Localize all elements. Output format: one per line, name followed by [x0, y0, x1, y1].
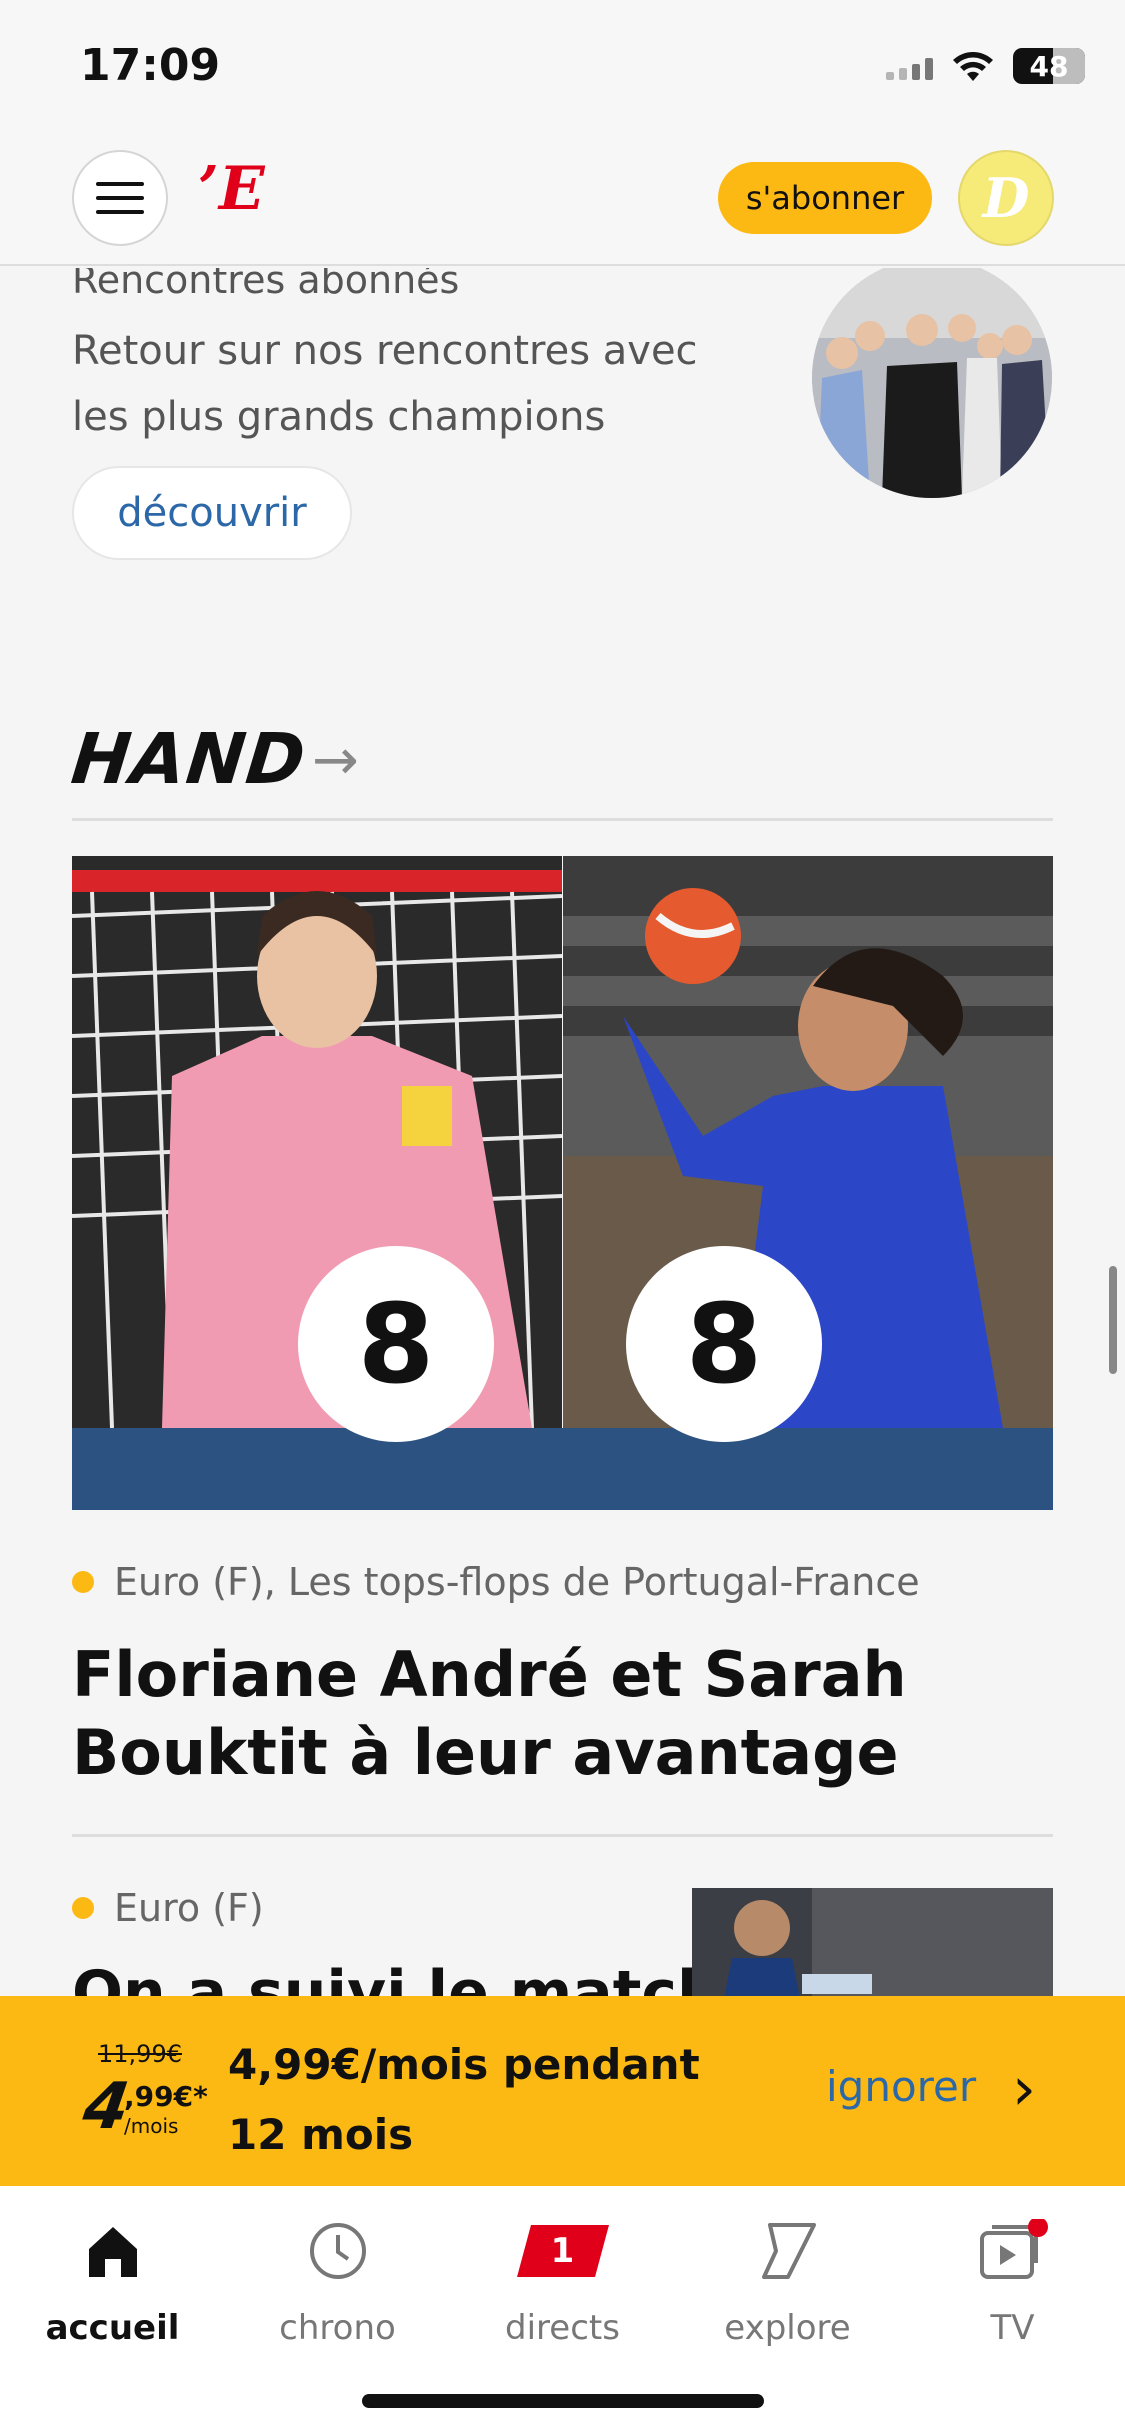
article-divider	[72, 1834, 1053, 1837]
arrow-right-icon[interactable]: →	[312, 728, 359, 793]
offer-banner[interactable]: 11,99€ 4 ,99€* /mois 4,99€/mois pendant …	[0, 1996, 1125, 2186]
tab-explore[interactable]: explore	[675, 2186, 900, 2356]
app-logo[interactable]: ’E	[198, 154, 265, 224]
clock-icon	[303, 2216, 373, 2286]
live-dot-icon	[72, 1897, 94, 1919]
subscribe-button[interactable]: s'abonner	[718, 162, 932, 234]
article-hero-image[interactable]: 8 8	[72, 856, 1053, 1510]
article-kicker-second: Euro (F)	[72, 1886, 264, 1930]
live-badge-icon: 1	[513, 2216, 613, 2286]
tab-label: accueil	[45, 2308, 180, 2348]
discover-button[interactable]: découvrir	[72, 466, 352, 560]
tab-label: TV	[990, 2308, 1035, 2348]
tab-label: directs	[505, 2308, 620, 2348]
feed-content[interactable]: Rencontres abonnés Retour sur nos rencon…	[0, 268, 1125, 1996]
offer-price-period: /mois	[124, 2114, 179, 2138]
home-indicator[interactable]	[362, 2394, 764, 2408]
promo-kicker: Rencontres abonnés	[72, 268, 460, 302]
article-kicker: Euro (F), Les tops-flops de Portugal-Fra…	[72, 1560, 920, 1604]
tab-chrono[interactable]: chrono	[225, 2186, 450, 2356]
scrollbar[interactable]	[1109, 1266, 1117, 1374]
hero-band	[72, 1428, 1053, 1510]
app-header: ’E s'abonner D	[0, 140, 1125, 266]
tab-label: explore	[724, 2308, 851, 2348]
cellular-signal-icon	[886, 52, 933, 80]
ignore-button[interactable]: ignorer	[826, 2062, 976, 2111]
status-bar: 17:09 48	[0, 0, 1125, 140]
home-icon	[78, 2216, 148, 2286]
offer-price-cents: ,99€*	[124, 2080, 208, 2113]
article-headline[interactable]: Floriane André et Sarah Bouktit à leur a…	[72, 1636, 972, 1792]
menu-button[interactable]	[72, 150, 168, 246]
status-icons: 48	[886, 48, 1085, 84]
promo-group-photo[interactable]	[812, 268, 1052, 498]
status-time: 17:09	[80, 40, 221, 91]
avatar[interactable]: D	[958, 150, 1054, 246]
offer-text: 4,99€/mois pendant 12 mois	[228, 2040, 700, 2159]
explore-icon	[753, 2216, 823, 2286]
tab-accueil[interactable]: accueil	[0, 2186, 225, 2356]
wifi-icon	[953, 52, 993, 81]
rating-badge-right: 8	[626, 1246, 822, 1442]
chevron-right-icon[interactable]: ›	[1012, 2054, 1036, 2124]
directs-count: 1	[550, 2231, 575, 2271]
offer-old-price: 11,99€	[98, 2040, 182, 2068]
article-thumbnail-second[interactable]	[692, 1888, 1053, 1996]
tab-directs[interactable]: 1 directs	[450, 2186, 675, 2356]
section-title[interactable]: HAND	[68, 718, 310, 800]
battery-icon: 48	[1013, 48, 1085, 84]
rating-badge-left: 8	[298, 1246, 494, 1442]
live-dot-icon	[72, 1571, 94, 1593]
tab-tv[interactable]: TV	[900, 2186, 1125, 2356]
section-divider	[72, 818, 1053, 821]
tab-label: chrono	[279, 2308, 396, 2348]
promo-description: Retour sur nos rencontres avec les plus …	[72, 328, 698, 440]
tv-icon	[978, 2216, 1048, 2286]
